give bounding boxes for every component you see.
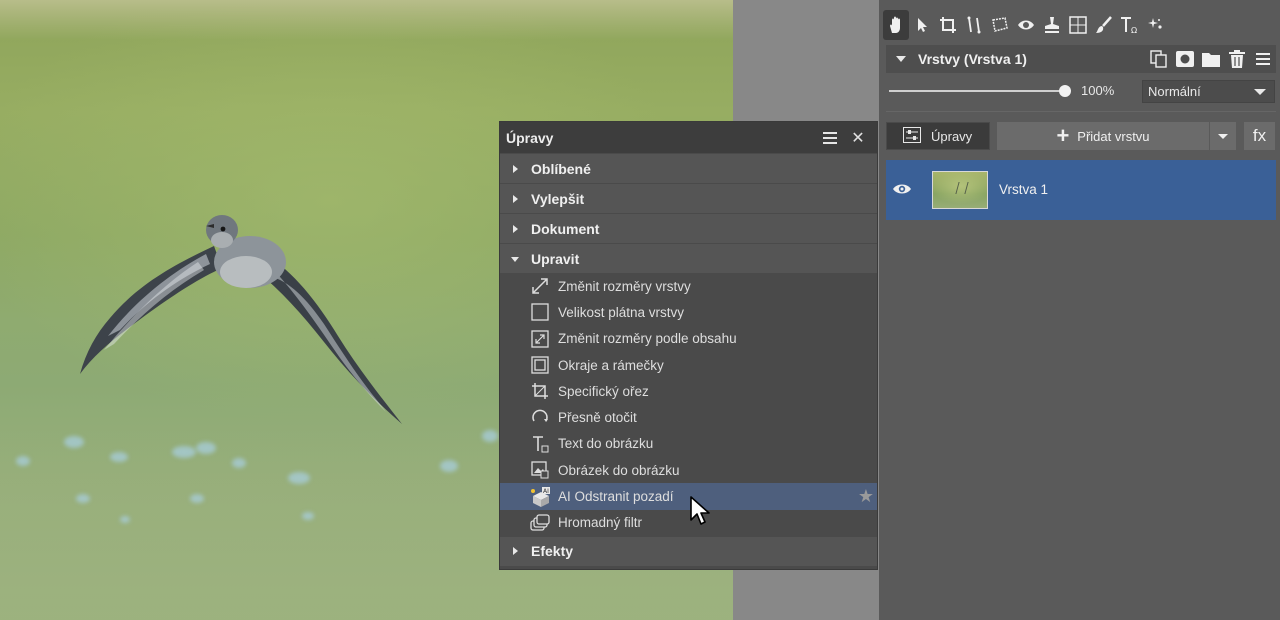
- layers-panel-header[interactable]: Vrstvy (Vrstva 1): [886, 45, 1276, 73]
- layer-row[interactable]: Vrstva 1: [886, 160, 1276, 220]
- chevron-down-icon: [896, 56, 906, 62]
- layer-name: Vrstva 1: [999, 182, 1049, 197]
- adjustments-titlebar[interactable]: Úpravy ✕: [500, 122, 877, 153]
- section-label: Dokument: [531, 220, 600, 237]
- menu-item-canvas-size[interactable]: Velikost plátna vrstvy: [500, 299, 877, 325]
- menu-item-label: Změnit rozměry vrstvy: [558, 278, 691, 294]
- batch-filter-icon: [530, 513, 550, 533]
- crop-icon: [530, 381, 550, 401]
- thumbnail-bird: [955, 182, 969, 194]
- opacity-slider-handle[interactable]: [1059, 85, 1071, 97]
- opacity-row: 100% Normální: [886, 78, 1276, 104]
- divider: [886, 111, 1276, 112]
- canvas-size-icon: [530, 302, 550, 322]
- menu-item-rotate[interactable]: Přesně otočit: [500, 404, 877, 430]
- chevron-down-icon: [511, 256, 519, 262]
- menu-item-resize-layer[interactable]: Změnit rozměry vrstvy: [500, 273, 877, 299]
- adjustments-button[interactable]: Úpravy: [886, 122, 990, 150]
- menu-item-label: Přesně otočit: [558, 410, 637, 426]
- section-label: Upravit: [531, 250, 580, 267]
- trash-icon[interactable]: [1224, 47, 1250, 71]
- chevron-right-icon: [513, 547, 518, 556]
- menu-item-label: Velikost plátna vrstvy: [558, 304, 685, 320]
- menu-item-borders[interactable]: Okraje a rámečky: [500, 352, 877, 378]
- opacity-value: 100%: [1081, 83, 1115, 98]
- menu-item-batch-filter[interactable]: Hromadný filtr: [500, 510, 877, 536]
- section-vylepsit[interactable]: Vylepšit: [500, 183, 877, 213]
- add-layer-dropdown[interactable]: [1210, 122, 1236, 150]
- brush-tool-icon[interactable]: [1091, 10, 1117, 40]
- chevron-right-icon: [513, 224, 518, 233]
- visibility-eye-icon[interactable]: [892, 182, 912, 201]
- layers-menu-icon[interactable]: [1250, 47, 1276, 71]
- menu-item-label: Okraje a rámečky: [558, 357, 664, 373]
- menu-item-label: Text do obrázku: [558, 436, 654, 452]
- tools-toolbar: Ω: [883, 8, 1169, 42]
- menu-item-specific-crop[interactable]: Specifický ořez: [500, 378, 877, 404]
- selection-tool-icon[interactable]: [987, 10, 1013, 40]
- layer-thumbnail: [932, 171, 988, 209]
- blend-mode-select[interactable]: Normální: [1142, 80, 1275, 103]
- mouse-cursor-icon: [690, 496, 710, 525]
- chevron-down-icon: [1254, 89, 1266, 95]
- section-label: Efekty: [531, 543, 574, 560]
- plus-icon: +: [1056, 123, 1070, 148]
- adjustments-button-label: Úpravy: [931, 128, 973, 144]
- hand-tool-icon[interactable]: [883, 10, 909, 40]
- text-tool-icon[interactable]: Ω: [1117, 10, 1143, 40]
- svg-text:Ω: Ω: [1131, 26, 1137, 34]
- menu-item-text[interactable]: Text do obrázku: [500, 431, 877, 457]
- adjustments-title: Úpravy: [506, 129, 554, 146]
- menu-item-label: Specifický ořez: [558, 383, 649, 399]
- chevron-down-icon: [1218, 133, 1228, 139]
- menu-item-fit-content[interactable]: Změnit rozměry podle obsahu: [500, 326, 877, 352]
- duplicate-layer-icon[interactable]: [1146, 47, 1172, 71]
- rotate-icon: [530, 408, 550, 428]
- right-dock: Ω Vrstvy (Vrstva 1) 100% Normální Úpravy…: [879, 0, 1280, 620]
- close-icon[interactable]: ✕: [847, 127, 869, 149]
- adjustments-sliders-icon: [903, 126, 921, 146]
- section-upravit[interactable]: Upravit: [500, 243, 877, 273]
- menu-item-image-in-image[interactable]: Obrázek do obrázku: [500, 457, 877, 483]
- ai-remove-bg-icon: AI: [530, 486, 550, 507]
- favorite-star-icon[interactable]: ★: [858, 486, 874, 507]
- layer-mask-icon[interactable]: [1172, 47, 1198, 71]
- text-icon: [530, 434, 550, 454]
- hamburger-icon[interactable]: [819, 127, 841, 149]
- menu-item-label: Obrázek do obrázku: [558, 462, 680, 478]
- menu-item-ai-remove-background[interactable]: AI AI Odstranit pozadí ★: [500, 483, 877, 510]
- crop-tool-icon[interactable]: [935, 10, 961, 40]
- straighten-tool-icon[interactable]: [961, 10, 987, 40]
- clone-stamp-icon[interactable]: [1039, 10, 1065, 40]
- section-oblibene[interactable]: Oblíbené: [500, 153, 877, 183]
- svg-text:AI: AI: [543, 488, 549, 495]
- chevron-right-icon: [513, 164, 518, 173]
- add-layer-main[interactable]: + Přidat vrstvu: [997, 123, 1209, 148]
- adjustments-panel: Úpravy ✕ Oblíbené Vylepšit Dokument Upra…: [499, 121, 878, 570]
- chevron-right-icon: [513, 194, 518, 203]
- add-layer-button[interactable]: + Přidat vrstvu: [997, 122, 1236, 150]
- folder-icon[interactable]: [1198, 47, 1224, 71]
- menu-item-label: Hromadný filtr: [558, 515, 643, 531]
- menu-item-label: Změnit rozměry podle obsahu: [558, 331, 737, 347]
- resize-arrows-icon: [530, 276, 550, 296]
- opacity-slider-track[interactable]: [889, 90, 1065, 92]
- effects-sparkle-icon[interactable]: [1143, 10, 1169, 40]
- blend-mode-value: Normální: [1148, 84, 1201, 99]
- select-arrow-icon[interactable]: [909, 10, 935, 40]
- add-layer-label: Přidat vrstvu: [1077, 128, 1150, 144]
- image-in-image-icon: [530, 460, 550, 480]
- texture-tool-icon[interactable]: [1065, 10, 1091, 40]
- section-label: Oblíbené: [531, 160, 591, 177]
- frame-icon: [530, 355, 550, 375]
- redeye-tool-icon[interactable]: [1013, 10, 1039, 40]
- section-dokument[interactable]: Dokument: [500, 213, 877, 243]
- layers-panel-title: Vrstvy (Vrstva 1): [918, 51, 1027, 67]
- menu-item-label: AI Odstranit pozadí: [558, 489, 674, 505]
- fit-content-icon: [530, 329, 550, 349]
- section-efekty[interactable]: Efekty: [500, 535, 877, 566]
- fx-button[interactable]: fx: [1244, 122, 1275, 150]
- section-label: Vylepšit: [531, 190, 585, 207]
